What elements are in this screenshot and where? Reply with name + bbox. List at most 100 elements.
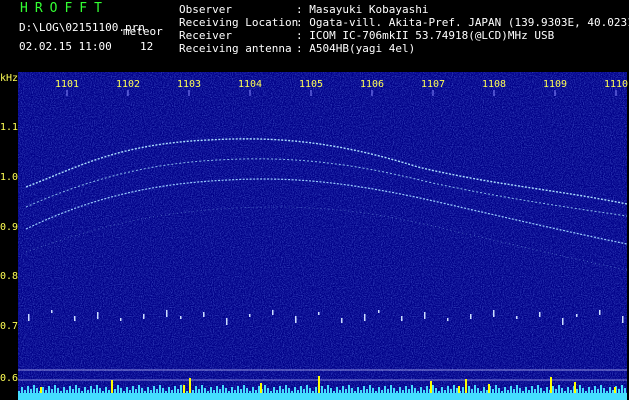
amplitude-bar [186,391,188,393]
amplitude-bar [120,388,122,393]
meteor-echo-dot [341,318,343,323]
noise-texture [18,72,627,400]
spectrogram-plot [18,72,627,400]
amplitude-bar [201,385,203,393]
amplitude-bar [567,387,569,393]
amplitude-bar [366,389,368,393]
meteor-spike [488,384,490,393]
info-row-antenna: Receiving antenna: A504HB(yagi 4el) [179,42,416,55]
amplitude-bar [621,385,623,393]
meteor-echo-dot [51,310,53,313]
info-label-antenna: Receiving antenna [179,42,292,55]
amplitude-bar [480,391,482,393]
amplitude-bar [537,385,539,393]
amplitude-bar [30,389,32,393]
amplitude-bar [294,387,296,393]
amplitude-bar [270,391,272,393]
amplitude-bar [18,391,20,393]
meteor-echo-dot [470,314,472,319]
amplitude-bar [108,390,110,393]
amplitude-bar [267,388,269,393]
amplitude-bar [144,391,146,393]
amplitude-bar [60,391,62,393]
meteor-echo-dot [272,310,274,315]
amplitude-bar [153,386,155,393]
meteor-echo-dot [97,312,99,319]
amplitude-bar [594,386,596,393]
amplitude-bar [285,385,287,393]
info-label-receiver: Receiver [179,29,232,42]
meteor-echo-dot [318,312,320,315]
x-tick-label: 1109 [543,79,568,90]
x-tick-label: 1107 [421,79,446,90]
amplitude-bar [339,390,341,393]
amplitude-bar [192,390,194,393]
amplitude-bar [150,390,152,393]
amplitude-bar [423,390,425,393]
amplitude-bar [624,388,626,393]
info-value-observer: Masayuki Kobayashi [309,3,429,16]
amplitude-bar [21,387,23,393]
y-tick-label: 0.8 [0,271,19,282]
x-tick-label: 1105 [299,79,324,90]
amplitude-bar [435,388,437,393]
amplitude-bar [501,391,503,393]
meteor-echo-dot [226,318,228,325]
amplitude-bar [315,387,317,393]
amplitude-bar [474,385,476,393]
amplitude-bar [525,387,527,393]
meteor-echo-dot [143,314,145,319]
amplitude-bar [237,386,239,393]
amplitude-bar [174,386,176,393]
y-tick-label: 1.1 [0,122,19,133]
amplitude-bar [558,385,560,393]
info-value-antenna: A504HB(yagi 4el) [309,42,416,55]
amplitude-bar [162,388,164,393]
amplitude-bar [396,391,398,393]
header: HROFFT D:\LOG\02151100.prn meteor 02.02.… [0,0,629,70]
info-value-location: Ogata-vill. Akita-Pref. JAPAN (139.9303E… [309,16,629,29]
amplitude-bar [561,388,563,393]
x-tick-label: 1101 [55,79,80,90]
app-title: HROFFT [20,1,109,16]
amplitude-bar [504,387,506,393]
amplitude-bar [171,390,173,393]
amplitude-bar [528,390,530,393]
amplitude-bar [165,391,167,393]
meteor-spike [40,387,42,393]
x-tick-label: 1110 [604,79,629,90]
amplitude-bar [141,388,143,393]
amplitude-bar [27,386,29,393]
amplitude-bar [258,386,260,393]
amplitude-bar [129,390,131,393]
meteor-echo-dot [28,314,30,321]
amplitude-bar [555,389,557,393]
x-tick-label: 1106 [360,79,385,90]
amplitude-bar [603,388,605,393]
date-time: 02.02.15 11:00 [19,40,112,53]
amplitude-bar [198,389,200,393]
amplitude-bar [48,386,50,393]
amplitude-bar [600,385,602,393]
amplitude-bar [297,390,299,393]
meteor-spike [183,385,185,393]
x-tick-label: 1108 [482,79,507,90]
amplitude-bar [390,385,392,393]
amplitude-bar [363,386,365,393]
amplitude-bar [552,386,554,393]
amplitude-bar [612,390,614,393]
amplitude-bar [300,386,302,393]
y-tick-label: 0.9 [0,222,19,233]
amplitude-bar [126,387,128,393]
y-tick-label: 0.6 [0,373,19,384]
amplitude-bar [312,391,314,393]
amplitude-bar [222,385,224,393]
amplitude-bar [210,387,212,393]
amplitude-bar [147,387,149,393]
meteor-echo-dot [203,312,205,317]
meteor-echo-dot [401,316,403,321]
amplitude-bar [255,390,257,393]
meteor-spike [465,379,467,393]
amplitude-bar [579,385,581,393]
amplitude-bar [84,387,86,393]
